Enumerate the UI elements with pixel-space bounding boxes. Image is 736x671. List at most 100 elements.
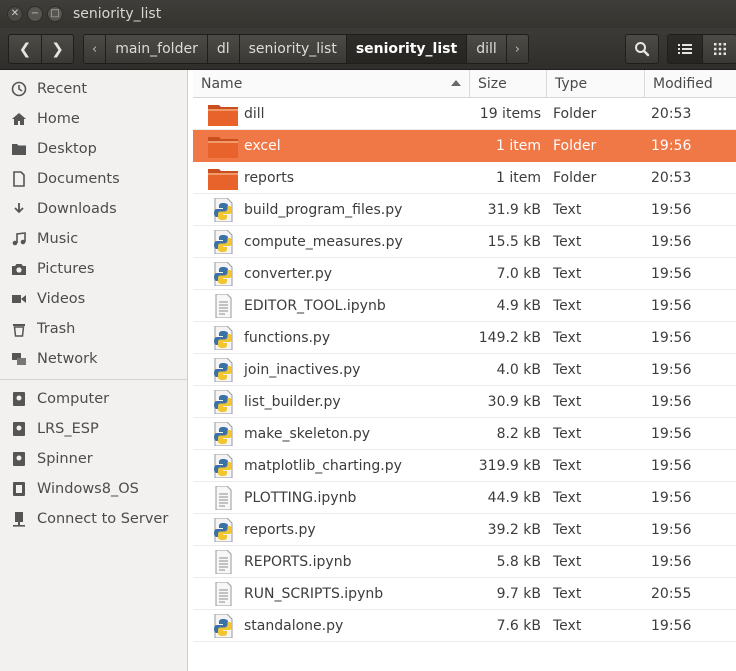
sidebar-item-recent[interactable]: Recent [0, 74, 187, 104]
sidebar-item-trash[interactable]: Trash [0, 314, 187, 344]
search-icon [635, 42, 650, 57]
text-file-icon [208, 293, 238, 319]
table-row[interactable]: reports.py 39.2 kB Text 19:56 [193, 514, 736, 546]
sidebar-item-desktop[interactable]: Desktop [0, 134, 187, 164]
maximize-window-button[interactable]: □ [47, 6, 63, 22]
file-size: 15.5 kB [487, 234, 541, 250]
sidebar-device-computer[interactable]: Computer [0, 384, 187, 414]
table-row[interactable]: reports 1 item Folder 20:53 [193, 162, 736, 194]
file-modified: 19:56 [651, 362, 692, 378]
sidebar-item-label: Network [37, 351, 98, 367]
history-navigation: ❮ ❯ [8, 34, 74, 64]
sidebar-separator [0, 379, 187, 380]
sidebar-item-pictures[interactable]: Pictures [0, 254, 187, 284]
sidebar-item-home[interactable]: Home [0, 104, 187, 134]
sidebar-item-downloads[interactable]: Downloads [0, 194, 187, 224]
breadcrumb-seniority-list-current[interactable]: seniority_list [345, 35, 467, 63]
file-name: converter.py [244, 266, 332, 282]
sidebar-connect-to-server[interactable]: Connect to Server [0, 504, 187, 534]
sidebar-item-label: Documents [37, 171, 120, 187]
grid-view-button[interactable] [702, 35, 736, 63]
sidebar-item-label: LRS_ESP [37, 421, 99, 437]
sidebar-item-videos[interactable]: Videos [0, 284, 187, 314]
table-row[interactable]: build_program_files.py 31.9 kB Text 19:56 [193, 194, 736, 226]
file-modified: 20:53 [651, 106, 692, 122]
file-size: 7.6 kB [496, 618, 541, 634]
sort-ascending-icon [451, 80, 461, 86]
sidebar-item-label: Trash [37, 321, 76, 337]
drive-icon [10, 390, 28, 408]
file-modified: 19:56 [651, 266, 692, 282]
file-modified: 19:56 [651, 330, 692, 346]
column-header-size[interactable]: Size [470, 70, 547, 98]
sidebar-item-network[interactable]: Network [0, 344, 187, 374]
file-name: RUN_SCRIPTS.ipynb [244, 586, 384, 602]
breadcrumb-scroll-right-button[interactable]: › [505, 35, 528, 63]
column-header-name[interactable]: Name [193, 70, 470, 98]
file-type: Folder [553, 170, 597, 186]
file-size: 149.2 kB [478, 330, 541, 346]
breadcrumb-seniority-list-parent[interactable]: seniority_list [238, 35, 346, 63]
file-type: Text [553, 234, 582, 250]
table-row[interactable]: compute_measures.py 15.5 kB Text 19:56 [193, 226, 736, 258]
table-row[interactable]: functions.py 149.2 kB Text 19:56 [193, 322, 736, 354]
grid-view-icon [713, 43, 726, 55]
forward-button[interactable]: ❯ [41, 35, 73, 63]
file-name: compute_measures.py [244, 234, 403, 250]
trash-icon [10, 320, 28, 338]
sidebar-item-documents[interactable]: Documents [0, 164, 187, 194]
table-row[interactable]: dill 19 items Folder 20:53 [193, 98, 736, 130]
breadcrumb-scroll-left-button[interactable]: ‹ [84, 35, 105, 63]
file-type: Text [553, 522, 582, 538]
list-view-icon [678, 44, 692, 54]
table-row[interactable]: converter.py 7.0 kB Text 19:56 [193, 258, 736, 290]
column-header-type[interactable]: Type [547, 70, 645, 98]
file-size: 4.9 kB [496, 298, 541, 314]
sidebar-device-lrs-esp[interactable]: LRS_ESP [0, 414, 187, 444]
camera-icon [10, 260, 28, 278]
table-row[interactable]: join_inactives.py 4.0 kB Text 19:56 [193, 354, 736, 386]
breadcrumb-main-folder[interactable]: main_folder [105, 35, 207, 63]
table-row[interactable]: EDITOR_TOOL.ipynb 4.9 kB Text 19:56 [193, 290, 736, 322]
search-button[interactable] [625, 34, 659, 64]
file-name: standalone.py [244, 618, 344, 634]
file-type: Text [553, 394, 582, 410]
close-window-button[interactable]: ✕ [7, 6, 23, 22]
table-row[interactable]: standalone.py 7.6 kB Text 19:56 [193, 610, 736, 642]
file-type: Folder [553, 106, 597, 122]
file-modified: 19:56 [651, 202, 692, 218]
sidebar-device-windows8-os[interactable]: Windows8_OS [0, 474, 187, 504]
table-row[interactable]: RUN_SCRIPTS.ipynb 9.7 kB Text 20:55 [193, 578, 736, 610]
breadcrumb-dill[interactable]: dill [466, 35, 506, 63]
sidebar-item-label: Connect to Server [37, 511, 169, 527]
table-row[interactable]: REPORTS.ipynb 5.8 kB Text 19:56 [193, 546, 736, 578]
column-size-label: Size [478, 76, 507, 92]
network-icon [10, 350, 28, 368]
minimize-window-button[interactable]: − [27, 6, 43, 22]
home-icon [10, 110, 28, 128]
file-name: EDITOR_TOOL.ipynb [244, 298, 386, 314]
drive-icon [10, 420, 28, 438]
file-modified: 19:56 [651, 234, 692, 250]
table-row[interactable]: PLOTTING.ipynb 44.9 kB Text 19:56 [193, 482, 736, 514]
sidebar-device-spinner[interactable]: Spinner [0, 444, 187, 474]
breadcrumb-dl[interactable]: dl [206, 35, 239, 63]
view-mode-switcher [667, 34, 736, 64]
file-name: excel [244, 138, 281, 154]
download-icon [10, 200, 28, 218]
table-row[interactable]: matplotlib_charting.py 319.9 kB Text 19:56 [193, 450, 736, 482]
file-name: list_builder.py [244, 394, 341, 410]
list-view-button[interactable] [668, 35, 702, 63]
column-modified-label: Modified [653, 76, 713, 92]
sidebar-item-music[interactable]: Music [0, 224, 187, 254]
column-header-modified[interactable]: Modified [645, 70, 736, 98]
table-row[interactable]: make_skeleton.py 8.2 kB Text 19:56 [193, 418, 736, 450]
table-row[interactable]: list_builder.py 30.9 kB Text 19:56 [193, 386, 736, 418]
file-type: Text [553, 618, 582, 634]
back-button[interactable]: ❮ [9, 35, 41, 63]
file-size: 31.9 kB [487, 202, 541, 218]
table-row[interactable]: excel 1 item Folder 19:56 [193, 130, 736, 162]
file-type: Text [553, 202, 582, 218]
column-header-row: Name Size Type Modified [193, 70, 736, 98]
text-file-icon [208, 549, 238, 575]
